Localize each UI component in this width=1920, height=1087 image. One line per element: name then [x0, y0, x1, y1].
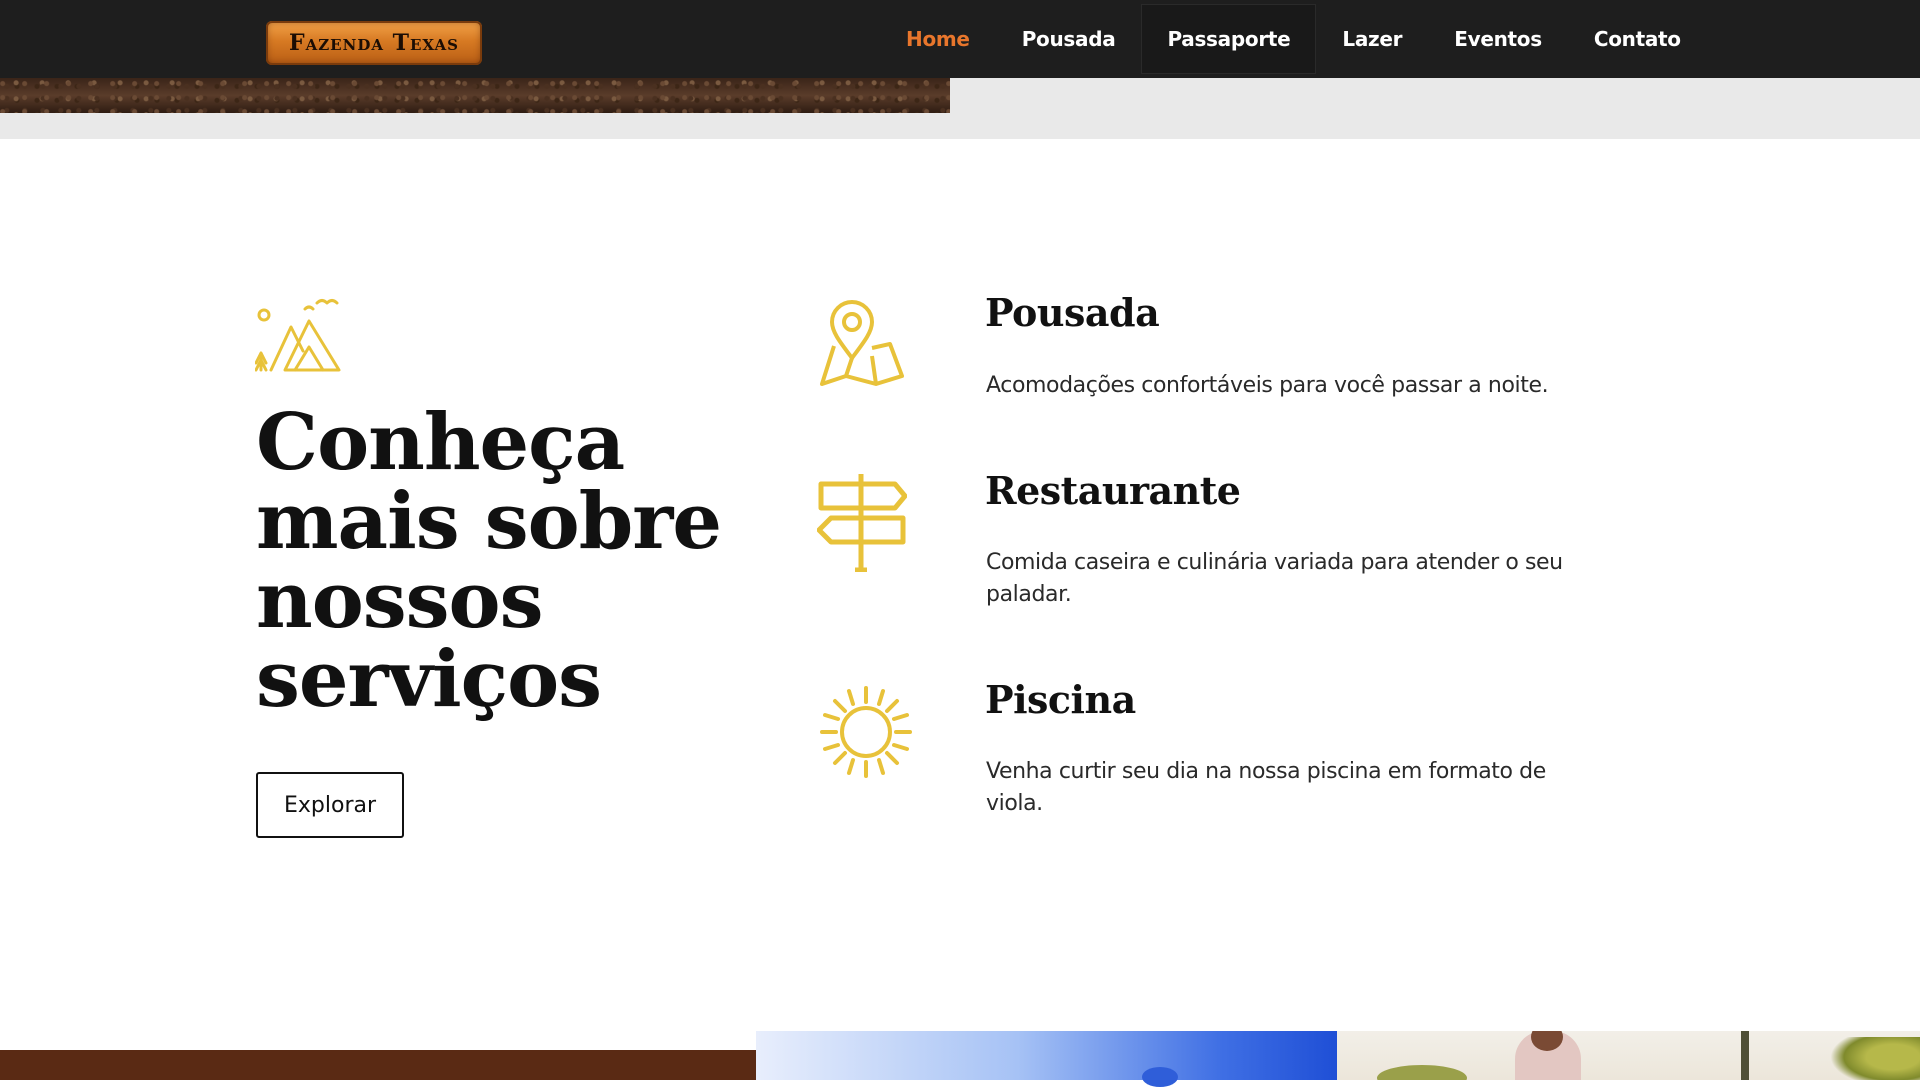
- service-desc-pousada: Acomodações confortáveis para você passa…: [986, 373, 1549, 398]
- gallery-image-2: [756, 1031, 1337, 1080]
- site-header: Fazenda Texas Home Pousada Passaporte La…: [0, 0, 1920, 78]
- gallery-image-1: [0, 1050, 756, 1080]
- gallery-image-2-detail: [1142, 1067, 1178, 1087]
- logo-text: Fazenda Texas: [288, 30, 460, 56]
- service-title-pousada: Pousada: [985, 290, 1160, 335]
- signpost-icon: [817, 474, 907, 572]
- nav-item-pousada[interactable]: Pousada: [996, 4, 1142, 74]
- gallery-image-3: [1337, 1031, 1920, 1080]
- service-title-piscina: Piscina: [985, 677, 1136, 722]
- map-pin-icon: [820, 300, 904, 386]
- service-desc-restaurante: Comida caseira e culinária variada para …: [986, 550, 1563, 607]
- nav-item-passaporte[interactable]: Passaporte: [1141, 4, 1317, 74]
- gallery-image-3-plant: [1830, 1037, 1920, 1080]
- service-desc-piscina: Venha curtir seu dia na nossa piscina em…: [986, 759, 1546, 816]
- hero-image-strip: [0, 78, 950, 113]
- nav-item-eventos[interactable]: Eventos: [1428, 4, 1568, 74]
- nav-item-lazer[interactable]: Lazer: [1316, 4, 1428, 74]
- mountains-icon: [255, 299, 341, 372]
- logo[interactable]: Fazenda Texas: [266, 21, 482, 65]
- intro-heading: Conheça mais sobre nossos serviços: [256, 397, 722, 725]
- main-nav: Home Pousada Passaporte Lazer Eventos Co…: [880, 0, 1707, 78]
- explore-button[interactable]: Explorar: [256, 772, 404, 838]
- sun-icon: [820, 686, 912, 778]
- nav-item-home[interactable]: Home: [880, 4, 996, 74]
- service-title-restaurante: Restaurante: [985, 468, 1241, 513]
- nav-item-contato[interactable]: Contato: [1568, 4, 1707, 74]
- gallery-image-3-bush: [1377, 1065, 1467, 1080]
- gallery-image-3-post: [1741, 1031, 1749, 1080]
